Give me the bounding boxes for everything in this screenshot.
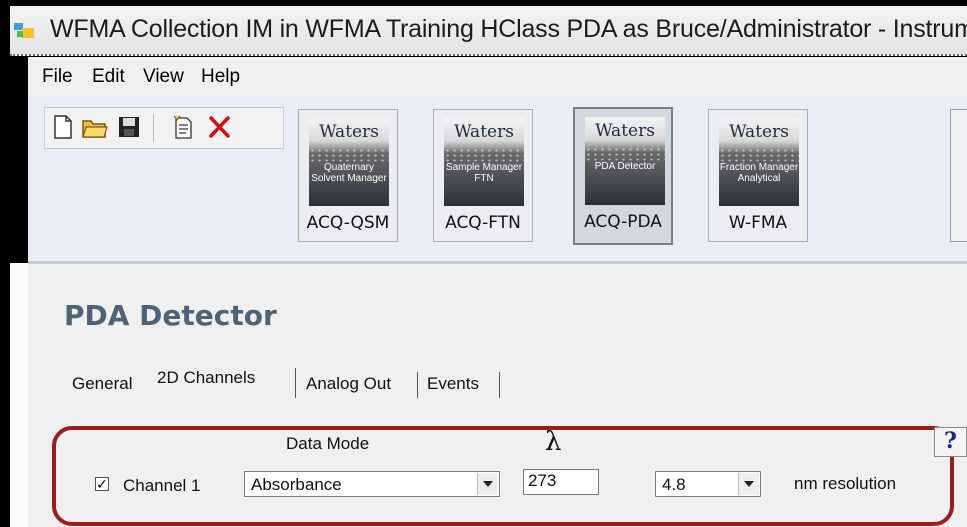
- data-mode-value: Absorbance: [251, 475, 342, 494]
- module-subtitle: Quaternary Solvent Manager: [311, 162, 387, 184]
- menu-edit[interactable]: Edit: [92, 66, 125, 88]
- menu-view[interactable]: View: [143, 66, 184, 88]
- instrument-toolbar: Waters Quaternary Solvent Manager ACQ-QS…: [28, 95, 967, 261]
- chevron-down-icon[interactable]: [738, 473, 759, 495]
- module-label: ACQ-FTN: [445, 213, 521, 233]
- wavelength-input[interactable]: 273: [523, 469, 599, 495]
- resolution-value: 4.8: [662, 475, 686, 494]
- properties-icon[interactable]: [169, 113, 197, 141]
- tab-analog-out[interactable]: Analog Out: [306, 374, 391, 394]
- delete-icon[interactable]: [205, 113, 233, 141]
- new-file-icon[interactable]: [49, 113, 77, 141]
- wavelength-value: 273: [528, 471, 557, 490]
- module-subtitle: PDA Detector: [594, 161, 656, 172]
- menu-bar: File Edit View Help: [28, 57, 967, 95]
- page-title: PDA Detector: [64, 299, 277, 332]
- waters-ftn-logo: Waters Sample Manager FTN: [444, 118, 524, 206]
- module-brand: Waters: [454, 122, 514, 142]
- data-mode-header: Data Mode: [286, 434, 370, 453]
- resolution-unit-label: nm resolution: [794, 474, 897, 493]
- toolbar-overflow-control[interactable]: [950, 109, 967, 242]
- left-edge-strip: [10, 263, 28, 527]
- open-folder-icon[interactable]: [81, 113, 109, 141]
- tab-events[interactable]: Events: [427, 374, 479, 394]
- save-icon[interactable]: [115, 113, 143, 141]
- module-subtitle: Fraction Manager Analytical: [719, 162, 799, 184]
- tab-general[interactable]: General: [72, 374, 132, 394]
- module-label: W-FMA: [728, 213, 788, 233]
- title-bar[interactable]: WFMA Collection IM in WFMA Training HCla…: [10, 6, 967, 56]
- module-brand: Waters: [595, 121, 655, 141]
- tab-divider: [499, 372, 500, 398]
- channel-1-label: Channel 1: [123, 476, 201, 495]
- tab-divider: [295, 368, 296, 398]
- module-button-w-fma[interactable]: Waters Fraction Manager Analytical W-FMA: [708, 109, 808, 242]
- help-button[interactable]: ?: [934, 427, 967, 457]
- tab-divider: [417, 372, 418, 398]
- menu-file[interactable]: File: [42, 66, 73, 88]
- module-button-acq-ftn[interactable]: Waters Sample Manager FTN ACQ-FTN: [433, 109, 533, 242]
- waters-qsm-logo: Waters Quaternary Solvent Manager: [309, 118, 389, 206]
- window-title: WFMA Collection IM in WFMA Training HCla…: [50, 15, 967, 43]
- module-button-acq-qsm[interactable]: Waters Quaternary Solvent Manager ACQ-QS…: [298, 109, 398, 242]
- module-brand: Waters: [319, 122, 379, 142]
- module-panel: PDA Detector General 2D Channels Analog …: [28, 261, 967, 527]
- module-brand: Waters: [729, 122, 789, 142]
- tab-2d-channels[interactable]: 2D Channels: [157, 368, 255, 388]
- module-label: ACQ-PDA: [584, 212, 662, 232]
- waters-fma-logo: Waters Fraction Manager Analytical: [719, 118, 799, 206]
- lambda-header: λ: [545, 427, 562, 457]
- app-icon: [13, 20, 37, 40]
- resolution-select[interactable]: 4.8: [655, 471, 761, 497]
- data-mode-select[interactable]: Absorbance: [244, 471, 500, 497]
- channel-1-checkbox[interactable]: ✓: [95, 477, 109, 491]
- file-toolstrip: [44, 107, 284, 149]
- toolbar-separator: [153, 114, 154, 142]
- module-label: ACQ-QSM: [306, 213, 390, 233]
- waters-pda-logo: Waters PDA Detector: [585, 117, 665, 205]
- chevron-down-icon[interactable]: [477, 473, 498, 495]
- module-subtitle: Sample Manager FTN: [445, 162, 523, 184]
- module-button-acq-pda[interactable]: Waters PDA Detector ACQ-PDA: [573, 107, 673, 245]
- menu-help[interactable]: Help: [201, 66, 240, 88]
- application-window: WFMA Collection IM in WFMA Training HCla…: [0, 0, 967, 527]
